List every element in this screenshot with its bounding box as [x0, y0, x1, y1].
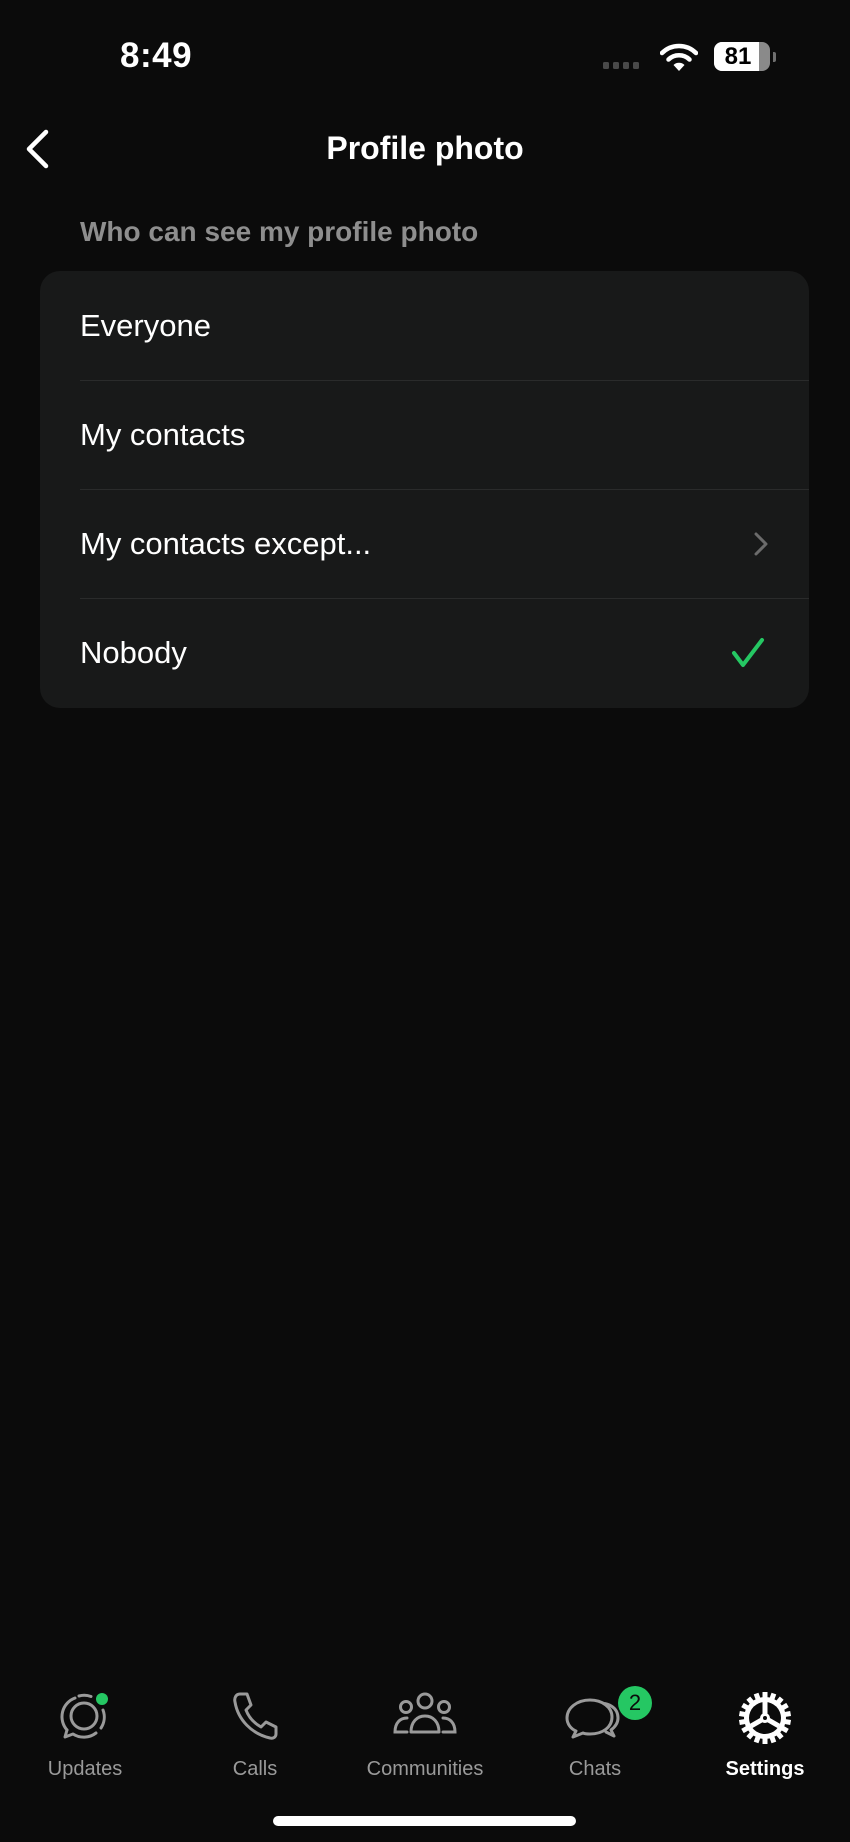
updates-icon — [60, 1693, 108, 1739]
option-my-contacts[interactable]: My contacts — [40, 380, 809, 489]
chevron-right-icon — [754, 532, 768, 555]
home-indicator[interactable] — [273, 1816, 576, 1826]
option-nobody[interactable]: Nobody — [40, 598, 809, 707]
option-label: My contacts — [80, 416, 246, 452]
chats-unread-badge: 2 — [618, 1686, 652, 1720]
battery-nub — [773, 52, 776, 62]
battery-icon: 81 — [714, 42, 776, 72]
section-label: Who can see my profile photo — [80, 216, 479, 247]
battery-percent: 81 — [724, 43, 752, 70]
status-time: 8:49 — [120, 36, 193, 75]
privacy-options-list: Everyone My contacts My contacts except.… — [40, 271, 809, 708]
checkmark-icon — [732, 637, 764, 667]
tab-label: Chats — [568, 1758, 622, 1780]
signal-dots-icon — [603, 62, 639, 69]
wifi-icon — [660, 43, 698, 71]
page-title: Profile photo — [326, 130, 524, 166]
option-everyone[interactable]: Everyone — [40, 271, 809, 380]
tab-chats[interactable]: 2 Chats — [510, 1680, 680, 1780]
tab-label: Settings — [725, 1758, 805, 1780]
communities-icon — [393, 1692, 457, 1734]
option-label: My contacts except... — [80, 525, 372, 561]
tab-label: Calls — [232, 1758, 278, 1780]
option-label: Nobody — [80, 634, 187, 670]
tab-updates[interactable]: Updates — [0, 1680, 170, 1780]
tab-settings[interactable]: Settings — [680, 1680, 850, 1780]
option-my-contacts-except[interactable]: My contacts except... — [40, 489, 809, 598]
tab-calls[interactable]: Calls — [170, 1680, 340, 1780]
option-label: Everyone — [80, 307, 211, 343]
tab-label: Updates — [47, 1758, 123, 1780]
updates-dot — [96, 1693, 108, 1705]
tab-communities[interactable]: Communities — [340, 1680, 510, 1780]
tab-bar: Updates Calls Communities 2 Chats Settin… — [0, 1680, 850, 1780]
tab-label: Communities — [366, 1758, 484, 1780]
gear-icon — [738, 1692, 792, 1744]
phone-icon — [233, 1692, 278, 1740]
